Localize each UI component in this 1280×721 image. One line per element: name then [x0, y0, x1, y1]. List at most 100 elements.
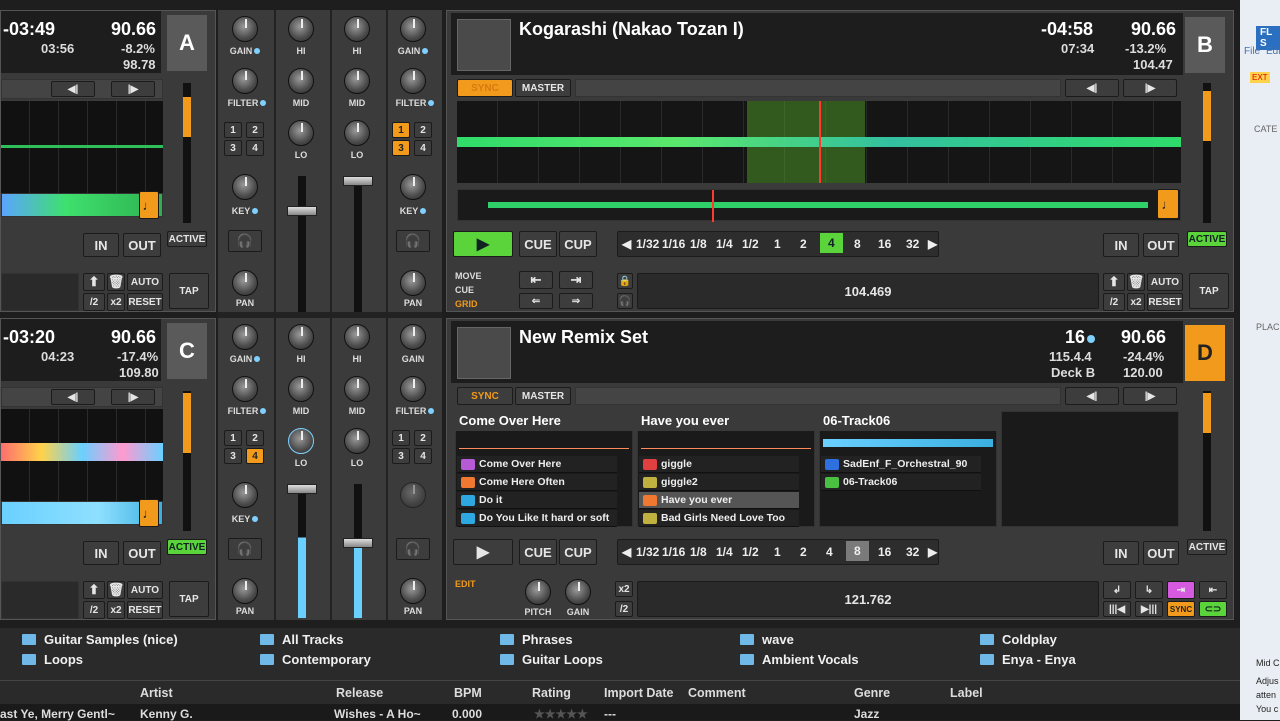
- filter-knob-a[interactable]: [232, 68, 258, 94]
- deck-c-half-button[interactable]: /2: [83, 601, 105, 619]
- deck-c-tap-button[interactable]: TAP: [169, 581, 209, 617]
- deck-b-grid-right[interactable]: ⇒: [559, 293, 593, 309]
- remix-slot-1-item-1[interactable]: Come Over Here: [457, 456, 617, 473]
- deck-a-end-button[interactable]: ♩: [139, 191, 159, 219]
- remix-slot-2-item-3[interactable]: Have you ever: [639, 492, 799, 509]
- mid-knob-b[interactable]: [344, 68, 370, 94]
- deck-a-in-button[interactable]: IN: [83, 233, 119, 257]
- deck-a-x2-button[interactable]: x2: [107, 293, 125, 311]
- loop-size-16[interactable]: 16: [878, 545, 891, 559]
- deck-c-out-button[interactable]: OUT: [123, 541, 161, 565]
- gain-knob-b[interactable]: [400, 16, 426, 42]
- loop-next-icon[interactable]: ▶: [928, 545, 937, 559]
- volume-fader-cap-b[interactable]: [343, 176, 373, 186]
- loop-size-1[interactable]: 1: [774, 545, 781, 559]
- loop-size-1-32[interactable]: 1/32: [636, 237, 659, 251]
- fx3-button-a[interactable]: 3: [224, 140, 242, 156]
- mid-knob-a[interactable]: [288, 68, 314, 94]
- deck-b-cue-button[interactable]: CUE: [519, 231, 557, 257]
- column-bpm[interactable]: BPM: [454, 686, 482, 700]
- deck-b-waveform[interactable]: [457, 101, 1181, 183]
- pan-knob-d[interactable]: [400, 578, 426, 604]
- loop-size-1-2[interactable]: 1/2: [742, 237, 759, 251]
- deck-a-half-button[interactable]: /2: [83, 293, 105, 311]
- deck-a-letter[interactable]: A: [167, 15, 207, 71]
- column-release[interactable]: Release: [336, 686, 383, 700]
- fl-file-menu[interactable]: File: [1244, 46, 1260, 57]
- loop-size-1-32[interactable]: 1/32: [636, 545, 659, 559]
- key-knob-c[interactable]: [232, 482, 258, 508]
- pan-knob-c[interactable]: [232, 578, 258, 604]
- gain-knob-a[interactable]: [232, 16, 258, 42]
- fx4-button-d[interactable]: 4: [414, 448, 432, 464]
- lo-knob-d[interactable]: [344, 428, 370, 454]
- remix-slot-4[interactable]: [1001, 411, 1179, 527]
- remix-slot-3-item-2[interactable]: 06-Track06: [821, 474, 981, 491]
- remix-slot-3-item-1[interactable]: SadEnf_F_Orchestral_90: [821, 456, 981, 473]
- deck-a-next-button[interactable]: |▶: [111, 81, 155, 97]
- deck-c-waveform[interactable]: [1, 409, 163, 501]
- deck-c-end-button[interactable]: ♩: [139, 499, 159, 527]
- folder-guitar-samples[interactable]: Guitar Samples (nice): [22, 632, 178, 647]
- headphone-button-c[interactable]: 🎧: [228, 538, 262, 560]
- folder-guitar-loops[interactable]: Guitar Loops: [500, 652, 603, 667]
- deck-a-active-button[interactable]: ACTIVE: [167, 231, 207, 247]
- column-artist[interactable]: Artist: [140, 686, 173, 700]
- pan-knob-a[interactable]: [232, 270, 258, 296]
- folder-ambient-vocals[interactable]: Ambient Vocals: [740, 652, 859, 667]
- deck-d-cup-button[interactable]: CUP: [559, 539, 597, 565]
- filter-knob-c[interactable]: [232, 376, 258, 402]
- deck-c-next-button[interactable]: |▶: [111, 389, 155, 405]
- fx4-button-a[interactable]: 4: [246, 140, 264, 156]
- deck-d-arrow-right-icon[interactable]: ⇥: [1167, 581, 1195, 599]
- fx1-button-c[interactable]: 1: [224, 430, 242, 446]
- folder-loops[interactable]: Loops: [22, 652, 83, 667]
- deck-a-loop-icon[interactable]: ⬆: [83, 273, 105, 291]
- lo-knob-c[interactable]: [288, 428, 314, 454]
- deck-b-master-button[interactable]: MASTER: [515, 79, 571, 97]
- deck-b-cup-button[interactable]: CUP: [559, 231, 597, 257]
- column-genre[interactable]: Genre: [854, 686, 890, 700]
- volume-fader-cap-d[interactable]: [343, 538, 373, 548]
- deck-d-arrow-left-icon[interactable]: ⇤: [1199, 581, 1227, 599]
- gain-knob-d[interactable]: [400, 324, 426, 350]
- lock-icon[interactable]: 🔒: [617, 273, 633, 289]
- remix-slot-2-item-4[interactable]: Bad Girls Need Love Too: [639, 510, 799, 527]
- deck-c-x2-button[interactable]: x2: [107, 601, 125, 619]
- fx4-button-c[interactable]: 4: [246, 448, 264, 464]
- deck-b-half-button[interactable]: /2: [1103, 293, 1125, 311]
- deck-d-gain-knob[interactable]: [565, 579, 591, 605]
- deck-c-active-button[interactable]: ACTIVE: [167, 539, 207, 555]
- fx1-button-a[interactable]: 1: [224, 122, 242, 138]
- pan-knob-b[interactable]: [400, 270, 426, 296]
- hi-knob-c[interactable]: [288, 324, 314, 350]
- deck-d-bars-left[interactable]: |||◀: [1103, 601, 1131, 617]
- volume-fader-c[interactable]: [298, 484, 306, 618]
- loop-size-16[interactable]: 16: [878, 237, 891, 251]
- loop-prev-icon[interactable]: ◀: [622, 545, 631, 559]
- deck-d-active-button[interactable]: ACTIVE: [1187, 539, 1227, 555]
- loop-size-1-4[interactable]: 1/4: [716, 545, 733, 559]
- hi-knob-a[interactable]: [288, 16, 314, 42]
- headphone-button-b[interactable]: 🎧: [396, 230, 430, 252]
- deck-a-prev-button[interactable]: ◀|: [51, 81, 95, 97]
- loop-size-2[interactable]: 2: [800, 237, 807, 251]
- lo-knob-a[interactable]: [288, 120, 314, 146]
- loop-size-8[interactable]: 8: [854, 237, 861, 251]
- remix-slot-1-item-2[interactable]: Come Here Often: [457, 474, 617, 491]
- loop-size-1-16[interactable]: 1/16: [662, 545, 685, 559]
- folder-all-tracks[interactable]: All Tracks: [260, 632, 343, 647]
- loop-size-4[interactable]: 4: [826, 545, 833, 559]
- remix-slot-1-item-3[interactable]: Do it: [457, 492, 617, 509]
- deck-b-loop-icon[interactable]: ⬆: [1103, 273, 1125, 291]
- fx3-button-c[interactable]: 3: [224, 448, 242, 464]
- loop-next-icon[interactable]: ▶: [928, 237, 937, 251]
- fl-edit-menu[interactable]: Edit: [1266, 46, 1280, 57]
- fx4-button-b[interactable]: 4: [414, 140, 432, 156]
- deck-d-letter[interactable]: D: [1185, 325, 1225, 381]
- deck-b-auto-button[interactable]: AUTO: [1147, 273, 1183, 291]
- volume-fader-cap-c[interactable]: [287, 484, 317, 494]
- deck-b-delete-icon[interactable]: 🗑: [1127, 273, 1145, 291]
- remix-slot-2-item-1[interactable]: giggle: [639, 456, 799, 473]
- deck-d-master-button[interactable]: MASTER: [515, 387, 571, 405]
